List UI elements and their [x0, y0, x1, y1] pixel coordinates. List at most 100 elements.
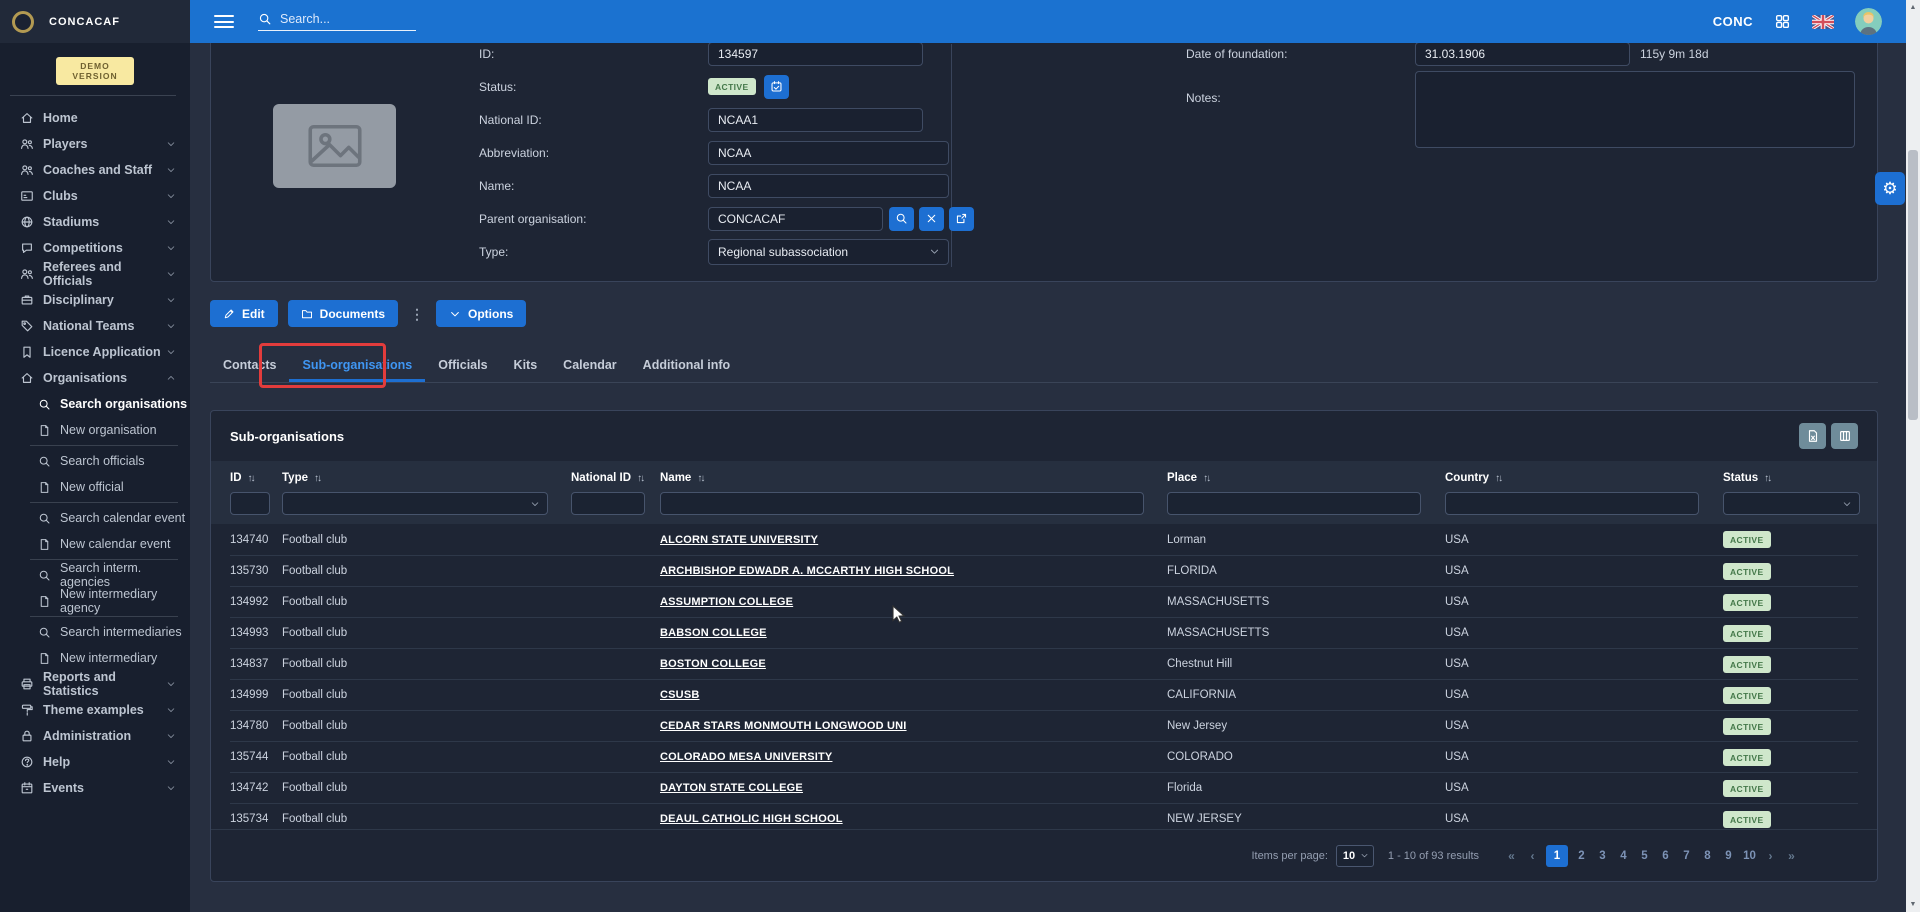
page-button-5[interactable]: 5 — [1634, 850, 1655, 862]
status-history-button[interactable] — [764, 75, 789, 99]
documents-button[interactable]: Documents — [288, 300, 398, 327]
options-button[interactable]: Options — [436, 300, 526, 327]
org-link[interactable]: BOSTON COLLEGE — [660, 658, 766, 670]
tab-contacts[interactable]: Contacts — [210, 349, 289, 382]
table-row[interactable]: 134780 Football club CEDAR STARS MONMOUT… — [230, 710, 1858, 741]
prev-page-button[interactable]: ‹ — [1522, 849, 1543, 863]
table-row[interactable]: 135744 Football club COLORADO MESA UNIVE… — [230, 741, 1858, 772]
column-header-country[interactable]: Country↑↓ — [1445, 466, 1723, 490]
parent-organisation-field[interactable] — [708, 207, 883, 231]
page-button-8[interactable]: 8 — [1697, 850, 1718, 862]
page-button-1[interactable]: 1 — [1546, 845, 1568, 867]
name-field[interactable] — [708, 174, 949, 198]
sidebar-item-stadiums[interactable]: Stadiums — [0, 209, 190, 235]
filter-status-select[interactable] — [1723, 492, 1860, 515]
parent-search-button[interactable] — [889, 207, 914, 231]
language-flag-icon[interactable] — [1812, 15, 1834, 29]
sidebar-item-administration[interactable]: Administration — [0, 723, 190, 749]
first-page-button[interactable]: « — [1501, 849, 1522, 863]
search-input[interactable] — [280, 12, 400, 26]
next-page-button[interactable]: › — [1760, 849, 1781, 863]
column-header-place[interactable]: Place↑↓ — [1167, 466, 1445, 490]
page-button-6[interactable]: 6 — [1655, 850, 1676, 862]
more-actions-icon[interactable]: ⋮ — [408, 307, 426, 321]
user-avatar[interactable] — [1855, 8, 1882, 35]
table-row[interactable]: 134837 Football club BOSTON COLLEGE Ches… — [230, 648, 1858, 679]
filter-id-input[interactable] — [230, 492, 270, 515]
sidebar-item-disciplinary[interactable]: Disciplinary — [0, 287, 190, 313]
sidebar-item-search-interm-agencies[interactable]: Search interm. agencies — [0, 562, 190, 588]
tab-kits[interactable]: Kits — [501, 349, 551, 382]
org-link[interactable]: DAYTON STATE COLLEGE — [660, 782, 803, 794]
tab-calendar[interactable]: Calendar — [550, 349, 630, 382]
page-button-4[interactable]: 4 — [1613, 850, 1634, 862]
theme-settings-button[interactable]: ⚙ — [1875, 172, 1905, 205]
org-link[interactable]: ALCORN STATE UNIVERSITY — [660, 534, 818, 546]
table-row[interactable]: 134992 Football club ASSUMPTION COLLEGE … — [230, 586, 1858, 617]
sidebar-item-competitions[interactable]: Competitions — [0, 235, 190, 261]
id-field[interactable] — [708, 43, 923, 66]
page-button-9[interactable]: 9 — [1718, 850, 1739, 862]
edit-button[interactable]: Edit — [210, 300, 278, 327]
parent-open-button[interactable] — [949, 207, 974, 231]
national-id-field[interactable] — [708, 108, 923, 132]
sidebar-item-search-organisations[interactable]: Search organisations — [0, 391, 190, 417]
abbreviation-field[interactable] — [708, 141, 949, 165]
table-row[interactable]: 134999 Football club CSUSB CALIFORNIA US… — [230, 679, 1858, 710]
sidebar-item-licence-application[interactable]: Licence Application — [0, 339, 190, 365]
column-header-national-id[interactable]: National ID↑↓ — [571, 466, 660, 490]
sidebar-item-reports-and-statistics[interactable]: Reports and Statistics — [0, 671, 190, 697]
apps-grid-icon[interactable] — [1774, 13, 1791, 30]
page-scrollbar[interactable]: ▲ ▼ — [1906, 0, 1920, 912]
sidebar-item-search-intermediaries[interactable]: Search intermediaries — [0, 619, 190, 645]
filter-country-input[interactable] — [1445, 492, 1699, 515]
filter-type-select[interactable] — [282, 492, 548, 515]
sidebar-item-new-intermediary-agency[interactable]: New intermediary agency — [0, 588, 190, 614]
page-button-7[interactable]: 7 — [1676, 850, 1697, 862]
scroll-down-arrow[interactable]: ▼ — [1906, 897, 1920, 912]
parent-clear-button[interactable] — [919, 207, 944, 231]
last-page-button[interactable]: » — [1781, 849, 1802, 863]
org-link[interactable]: ASSUMPTION COLLEGE — [660, 596, 793, 608]
column-header-type[interactable]: Type↑↓ — [282, 466, 571, 490]
column-header-status[interactable]: Status↑↓ — [1723, 466, 1858, 490]
table-row[interactable]: 134993 Football club BABSON COLLEGE MASS… — [230, 617, 1858, 648]
table-row[interactable]: 134740 Football club ALCORN STATE UNIVER… — [230, 524, 1858, 555]
sidebar-item-coaches-and-staff[interactable]: Coaches and Staff — [0, 157, 190, 183]
sidebar-item-help[interactable]: Help — [0, 749, 190, 775]
sidebar-item-referees-and-officials[interactable]: Referees and Officials — [0, 261, 190, 287]
sidebar-item-events[interactable]: Events — [0, 775, 190, 801]
sidebar-item-search-officials[interactable]: Search officials — [0, 448, 190, 474]
sidebar-item-players[interactable]: Players — [0, 131, 190, 157]
tab-officials[interactable]: Officials — [425, 349, 500, 382]
org-link[interactable]: BABSON COLLEGE — [660, 627, 767, 639]
scroll-up-arrow[interactable]: ▲ — [1906, 0, 1920, 15]
sidebar-item-new-intermediary[interactable]: New intermediary — [0, 645, 190, 671]
sidebar-item-national-teams[interactable]: National Teams — [0, 313, 190, 339]
org-link[interactable]: COLORADO MESA UNIVERSITY — [660, 751, 832, 763]
menu-toggle-button[interactable] — [214, 12, 234, 32]
type-select[interactable]: Regional subassociation — [708, 239, 949, 265]
sidebar-item-home[interactable]: Home — [0, 105, 190, 131]
filter-national-id-input[interactable] — [571, 492, 645, 515]
items-per-page-select[interactable]: 10 — [1336, 845, 1374, 867]
sidebar-item-new-calendar-event[interactable]: New calendar event — [0, 531, 190, 557]
page-button-2[interactable]: 2 — [1571, 850, 1592, 862]
sidebar-item-clubs[interactable]: Clubs — [0, 183, 190, 209]
org-link[interactable]: ARCHBISHOP EDWADR A. MCCARTHY HIGH SCHOO… — [660, 565, 954, 577]
filter-place-input[interactable] — [1167, 492, 1421, 515]
sidebar-item-new-organisation[interactable]: New organisation — [0, 417, 190, 443]
foundation-date-field[interactable] — [1415, 43, 1630, 66]
org-link[interactable]: DEAUL CATHOLIC HIGH SCHOOL — [660, 813, 843, 825]
sidebar-item-theme-examples[interactable]: Theme examples — [0, 697, 190, 723]
scrollbar-thumb[interactable] — [1908, 150, 1918, 420]
tab-sub-organisations[interactable]: Sub-organisations — [289, 349, 425, 382]
column-header-id[interactable]: ID↑↓ — [230, 466, 282, 490]
org-link[interactable]: CEDAR STARS MONMOUTH LONGWOOD UNI — [660, 720, 907, 732]
sidebar-item-organisations[interactable]: Organisations — [0, 365, 190, 391]
table-row[interactable]: 135730 Football club ARCHBISHOP EDWADR A… — [230, 555, 1858, 586]
table-row[interactable]: 134742 Football club DAYTON STATE COLLEG… — [230, 772, 1858, 803]
org-link[interactable]: CSUSB — [660, 689, 700, 701]
tab-additional-info[interactable]: Additional info — [630, 349, 743, 382]
export-excel-button[interactable] — [1799, 423, 1826, 449]
